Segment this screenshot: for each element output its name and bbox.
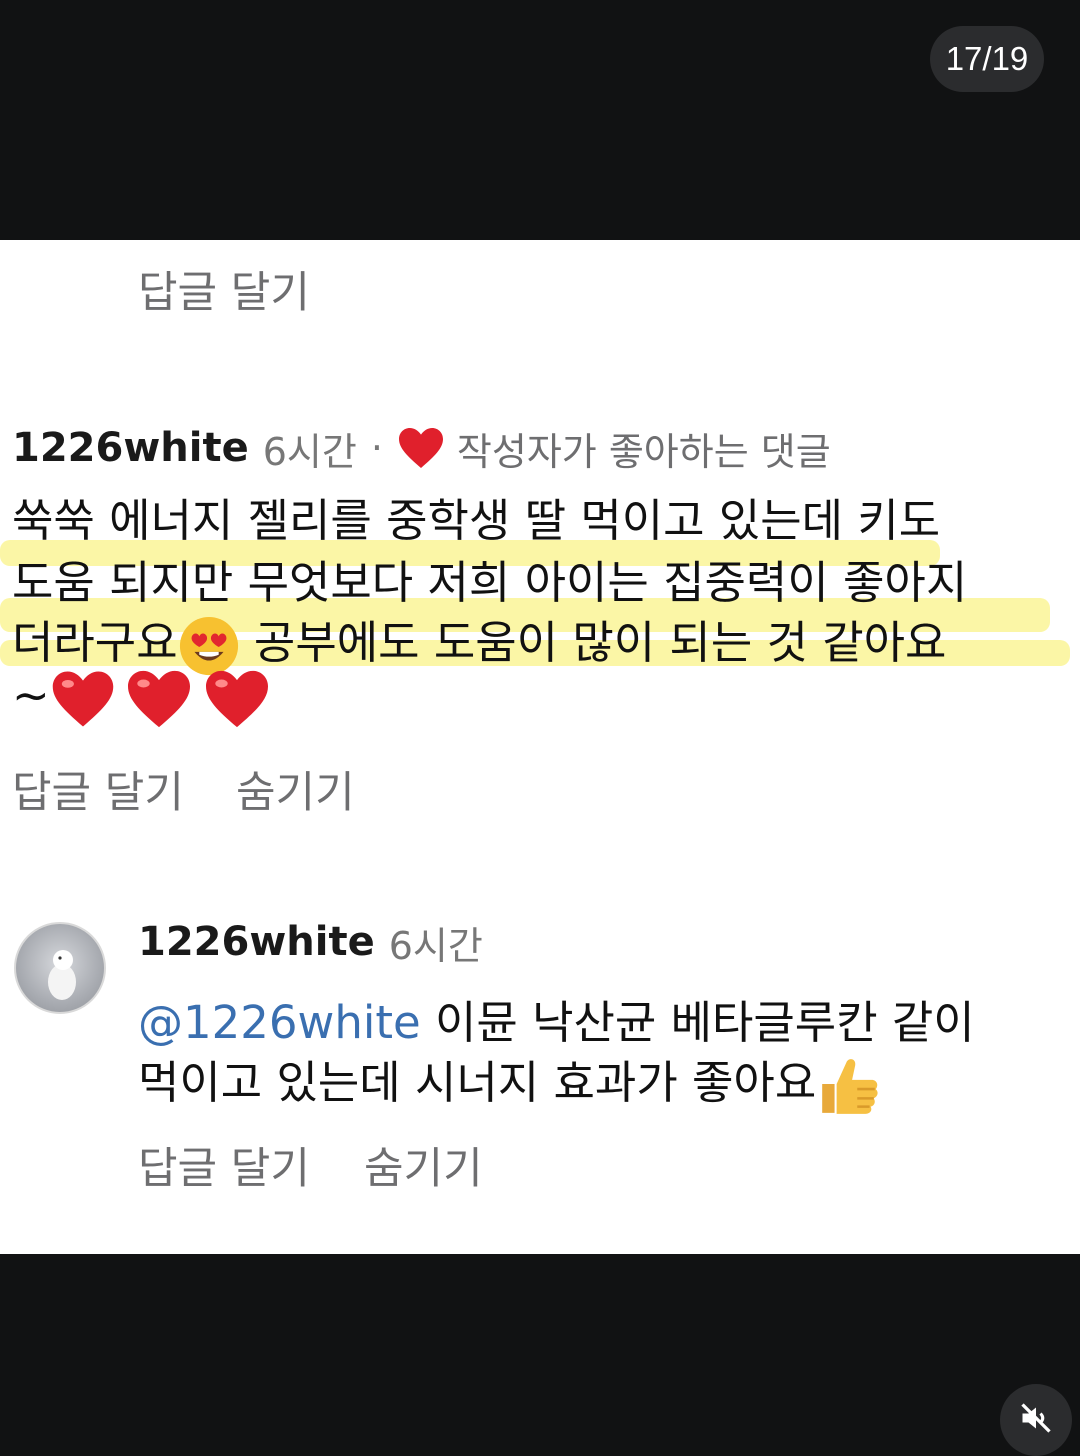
reply-button[interactable]: 답글 달기 bbox=[138, 258, 310, 320]
mention-link[interactable]: @1226white bbox=[138, 996, 421, 1049]
mute-button[interactable] bbox=[1000, 1384, 1072, 1456]
reply-header: 1226white 6시간 bbox=[138, 914, 483, 970]
comment-text-line: 도움 되지만 무엇보다 저희 아이는 집중력이 좋아지 bbox=[12, 556, 968, 609]
comment-text-line: 쑥쑥 에너지 젤리를 중학생 딸 먹이고 있는데 키도 bbox=[12, 494, 941, 547]
hide-button[interactable]: 숨기기 bbox=[364, 1134, 483, 1196]
liked-by-author-label: 작성자가 좋아하는 댓글 bbox=[456, 429, 831, 474]
reply-text-part: 이뮨 낙산균 베타글루칸 같이 bbox=[420, 996, 975, 1049]
reply-text-line: @1226white 이뮨 낙산균 베타글루칸 같이 bbox=[138, 986, 975, 1051]
avatar-image-icon bbox=[48, 950, 76, 1000]
page-counter: 17/19 bbox=[930, 26, 1044, 92]
comment-text-part: 공부에도 도움이 많이 되는 것 같아요 bbox=[239, 616, 947, 669]
comment-time: 6시간 bbox=[262, 429, 357, 474]
avatar[interactable] bbox=[14, 922, 106, 1014]
comment-header: 1226white 6시간 · 작성자가 좋아하는 댓글 bbox=[12, 420, 831, 476]
reply-time: 6시간 bbox=[388, 923, 483, 968]
comment-text-part: ~ bbox=[12, 669, 50, 722]
red-heart-emoji-icon bbox=[127, 670, 190, 728]
thumbs-up-emoji-icon bbox=[822, 1059, 878, 1114]
speaker-muted-icon bbox=[1021, 1403, 1051, 1433]
comment-text-part: 더라구요 bbox=[12, 616, 178, 669]
reply-text-line: 먹이고 있는데 시너지 효과가 좋아요 bbox=[138, 1046, 882, 1119]
comment-text-line: ~ bbox=[12, 668, 272, 730]
separator-dot: · bbox=[370, 426, 383, 470]
red-heart-emoji-icon bbox=[52, 671, 113, 727]
comment-text-line: 더라구요 공부에도 도움이 많이 되는 것 같아요 bbox=[12, 606, 946, 677]
reply-button[interactable]: 답글 달기 bbox=[12, 758, 184, 820]
reply-text-part: 먹이고 있는데 시너지 효과가 좋아요 bbox=[138, 1056, 817, 1109]
comment-username[interactable]: 1226white bbox=[12, 425, 249, 471]
reply-button[interactable]: 답글 달기 bbox=[138, 1134, 310, 1196]
reply-username[interactable]: 1226white bbox=[138, 919, 375, 965]
comment-panel: 답글 달기 1226white 6시간 · 작성자가 좋아하는 댓글 쑥쑥 에너… bbox=[0, 240, 1080, 1254]
heart-icon bbox=[398, 428, 443, 468]
red-heart-emoji-icon bbox=[205, 670, 268, 728]
hide-button[interactable]: 숨기기 bbox=[236, 758, 355, 820]
